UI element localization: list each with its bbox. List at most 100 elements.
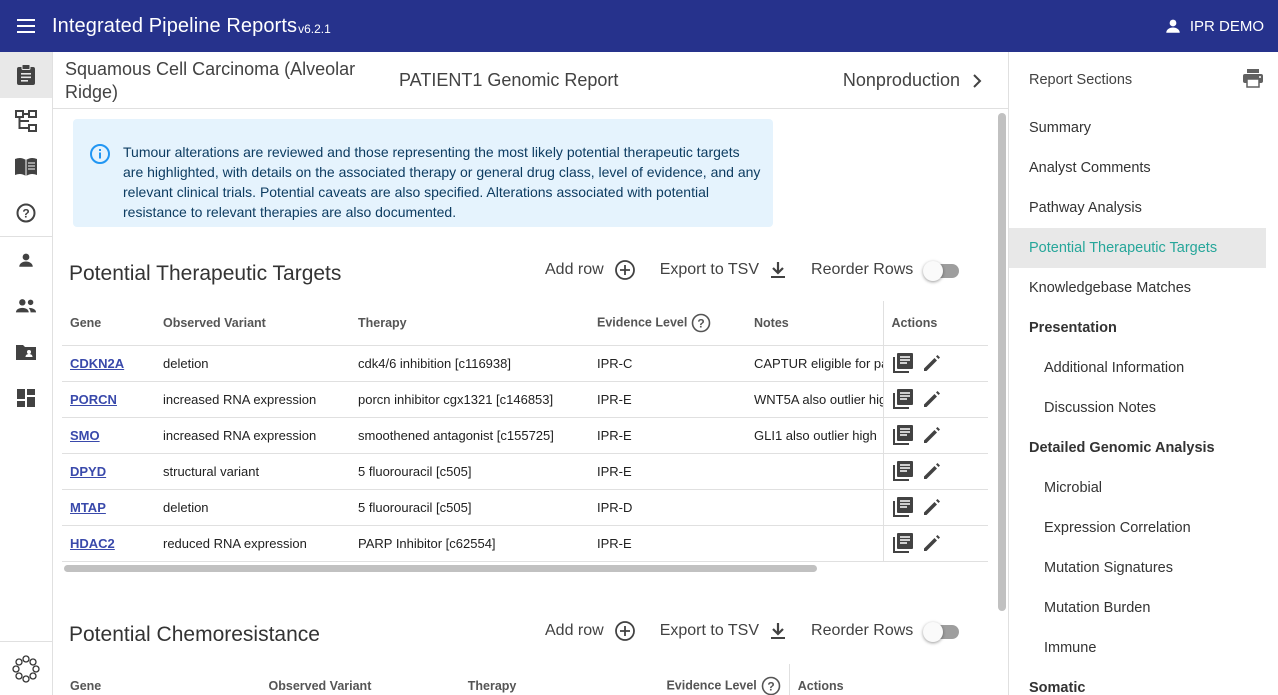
section-nav-item[interactable]: Additional Information (1009, 348, 1278, 388)
section-nav-item[interactable]: Analyst Comments (1009, 148, 1278, 188)
col-evidence[interactable]: Evidence Level? (589, 301, 746, 346)
sections-title: Report Sections (1029, 72, 1133, 88)
therapy-cell: 5 fluorouracil [c505] (350, 453, 589, 490)
edit-icon[interactable] (922, 389, 942, 409)
table-toolbar: Add row Export to TSV Reorder Rows (545, 259, 960, 281)
section-nav-item[interactable]: Pathway Analysis (1009, 188, 1278, 228)
library-books-icon[interactable] (892, 460, 914, 482)
gene-link[interactable]: CDKN2A (70, 356, 124, 371)
variant-cell: structural variant (155, 453, 350, 490)
notes-cell: CAPTUR eligible for pa (746, 345, 883, 382)
section-nav-item[interactable]: Knowledgebase Matches (1009, 268, 1278, 308)
svg-text:?: ? (22, 207, 29, 221)
table-row[interactable]: SMO increased RNA expression smoothened an… (62, 417, 988, 454)
user-menu[interactable]: IPR DEMO (1164, 0, 1264, 52)
germline-icon[interactable] (0, 98, 52, 144)
therapy-cell: smoothened antagonist [c155725] (350, 417, 589, 454)
help-icon[interactable]: ? (691, 313, 711, 333)
evidence-cell: IPR-E (589, 381, 746, 418)
gene-link[interactable]: PORCN (70, 392, 117, 407)
evidence-cell: IPR-E (589, 453, 746, 490)
gene-link[interactable]: MTAP (70, 500, 106, 515)
person-icon[interactable] (0, 237, 52, 283)
library-books-icon[interactable] (892, 532, 914, 554)
table-row[interactable]: MTAP deletion 5 fluorouracil [c505] IPR-D (62, 489, 988, 526)
section-nav-item[interactable]: Mutation Burden (1009, 588, 1278, 628)
menu-icon[interactable] (0, 0, 52, 52)
report-content[interactable]: Tumour alterations are reviewed and thos… (53, 109, 996, 695)
reorder-rows-toggle[interactable]: Reorder Rows (811, 621, 960, 642)
person-icon (1166, 19, 1180, 33)
section-nav-item[interactable]: Mutation Signatures (1009, 548, 1278, 588)
table-row[interactable]: DPYD structural variant 5 fluorouracil [c5… (62, 453, 988, 490)
col-therapy[interactable]: Therapy (459, 664, 659, 695)
library-books-icon[interactable] (892, 388, 914, 410)
table-row[interactable]: PORCN increased RNA expression porcn inhib… (62, 381, 988, 418)
alert-text: Tumour alterations are reviewed and thos… (123, 144, 761, 220)
report-state-link[interactable]: Nonproduction (843, 70, 982, 91)
gene-link[interactable]: SMO (70, 428, 100, 443)
notes-cell (746, 525, 883, 562)
add-row-label: Add row (545, 622, 604, 639)
export-tsv-button[interactable]: Export to TSV (660, 621, 787, 641)
col-variant[interactable]: Observed Variant (155, 301, 350, 346)
gene-link[interactable]: DPYD (70, 464, 106, 479)
group-icon[interactable] (0, 283, 52, 329)
col-therapy[interactable]: Therapy (350, 301, 589, 346)
reorder-switch[interactable] (923, 621, 960, 642)
library-books-icon[interactable] (892, 496, 914, 518)
edit-icon[interactable] (922, 533, 942, 553)
table-row[interactable]: HDAC2 reduced RNA expression PARP Inhibito… (62, 525, 988, 562)
reorder-switch[interactable] (923, 260, 960, 281)
book-icon[interactable] (0, 144, 52, 190)
edit-icon[interactable] (922, 461, 942, 481)
variant-cell: reduced RNA expression (155, 525, 350, 562)
section-nav-item[interactable]: Discussion Notes (1009, 388, 1278, 428)
reorder-label: Reorder Rows (811, 622, 914, 639)
section-nav-item[interactable]: Summary (1009, 108, 1278, 148)
actions-cell (882, 345, 988, 382)
section-nav-item[interactable]: Immune (1009, 628, 1278, 668)
edit-icon[interactable] (922, 353, 942, 373)
col-variant[interactable]: Observed Variant (260, 664, 460, 695)
table-row[interactable]: CDKN2A deletion cdk4/6 inhibition [c116938… (62, 345, 988, 382)
add-row-button[interactable]: Add row (545, 620, 636, 642)
download-icon (771, 262, 786, 278)
actions-cell (882, 525, 988, 562)
col-gene[interactable]: Gene (62, 664, 261, 695)
col-notes[interactable]: Notes (746, 301, 883, 346)
export-label: Export to TSV (659, 622, 760, 639)
evidence-cell: IPR-E (589, 417, 746, 454)
reorder-label: Reorder Rows (811, 261, 914, 278)
reports-icon[interactable] (0, 52, 52, 98)
edit-icon[interactable] (922, 425, 942, 445)
reorder-rows-toggle[interactable]: Reorder Rows (811, 260, 960, 281)
print-icon[interactable] (1242, 68, 1264, 93)
col-evidence[interactable]: Evidence Level? (658, 664, 790, 695)
section-nav-item[interactable]: Microbial (1009, 468, 1278, 508)
library-books-icon[interactable] (892, 424, 914, 446)
edit-icon[interactable] (922, 497, 942, 517)
section-nav-item[interactable]: Potential Therapeutic Targets (1009, 228, 1266, 268)
library-books-icon[interactable] (892, 352, 914, 374)
add-row-button[interactable]: Add row (545, 259, 636, 281)
svg-text:?: ? (767, 679, 774, 693)
info-icon (90, 144, 110, 164)
horizontal-scrollbar[interactable] (64, 565, 817, 572)
col-gene[interactable]: Gene (62, 301, 155, 346)
report-state: Nonproduction (842, 70, 960, 90)
folder-shared-icon[interactable] (0, 329, 52, 375)
gene-link[interactable]: HDAC2 (70, 536, 115, 551)
actions-cell (882, 453, 988, 490)
vertical-scrollbar[interactable] (998, 113, 1006, 611)
dashboard-icon[interactable] (0, 375, 52, 421)
help-icon[interactable]: ? (0, 190, 52, 236)
evidence-cell: IPR-E (589, 525, 746, 562)
actions-cell (882, 381, 988, 418)
col-actions: Actions (882, 301, 988, 346)
section-nav-item[interactable]: Expression Correlation (1009, 508, 1278, 548)
gene-cell: DPYD (62, 453, 155, 490)
variant-cell: deletion (155, 345, 350, 382)
help-icon[interactable]: ? (761, 676, 781, 695)
export-tsv-button[interactable]: Export to TSV (660, 260, 787, 280)
